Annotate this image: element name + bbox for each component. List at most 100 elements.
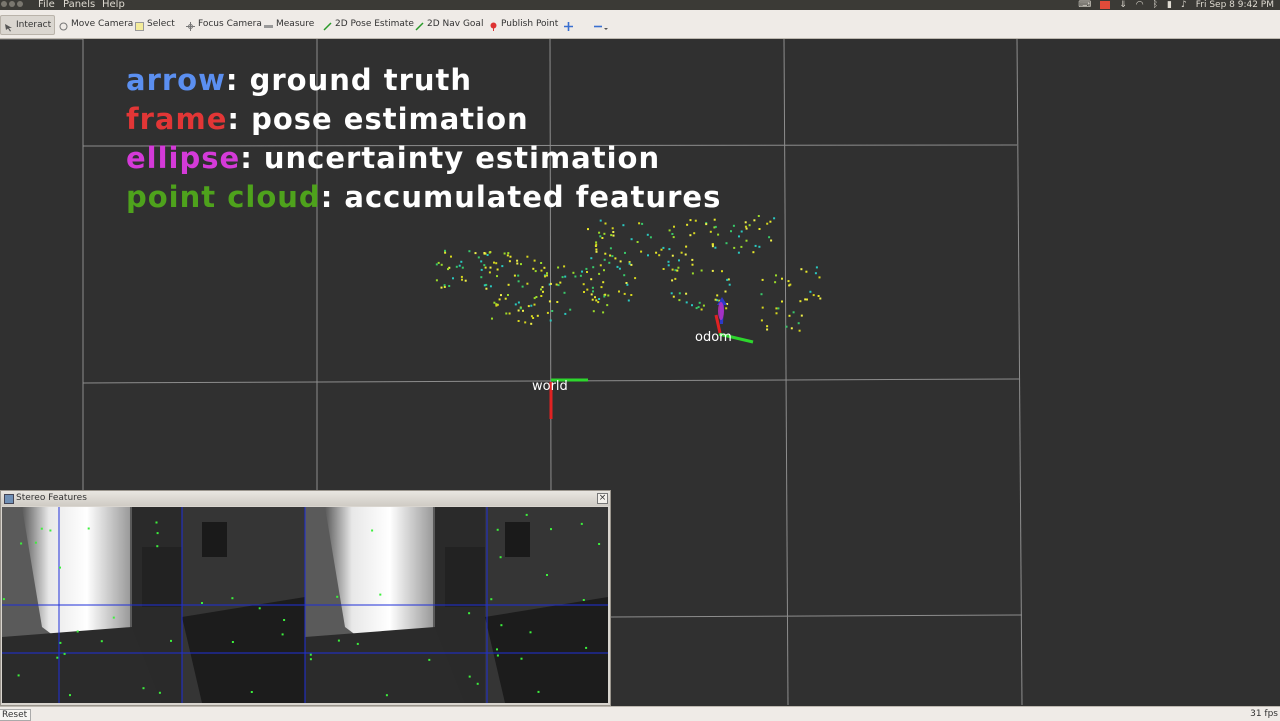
cloud-point [594, 296, 596, 299]
tool-label: Select [147, 19, 175, 29]
cloud-point [678, 292, 681, 295]
cloud-point [452, 277, 454, 280]
cloud-point [733, 246, 736, 249]
measure-icon [264, 20, 273, 29]
tool-focus-camera[interactable]: Focus Camera [183, 15, 265, 33]
clock[interactable]: Fri Sep 8 9:42 PM [1196, 0, 1274, 10]
cloud-point [532, 317, 535, 319]
tool-move-camera[interactable]: Move Camera [56, 15, 136, 33]
cloud-point [483, 252, 486, 254]
cloud-point [673, 225, 675, 228]
feature-point [87, 527, 90, 530]
stereo-features-panel[interactable]: Stereo Features × [0, 490, 611, 706]
cloud-point [678, 299, 681, 302]
feature-point [525, 513, 528, 516]
menu-help[interactable]: Help [102, 0, 125, 10]
cloud-point [493, 301, 496, 304]
cloud-point [592, 310, 595, 313]
cloud-point [611, 227, 614, 230]
keyboard-icon[interactable]: ⌨ [1078, 0, 1091, 10]
panel-titlebar[interactable]: Stereo Features × [1, 491, 610, 506]
feature-point [17, 674, 20, 677]
cloud-point [440, 263, 443, 266]
cloud-point [685, 292, 688, 295]
cloud-point [572, 271, 575, 274]
cloud-point [586, 288, 589, 291]
legend-frame: frame: pose estimation [126, 100, 721, 139]
download-icon[interactable]: ⇓ [1119, 0, 1127, 10]
legend-arrow-desc: : ground truth [225, 63, 473, 97]
cloud-point [768, 236, 771, 239]
cloud-point [483, 264, 486, 267]
cloud-point [516, 259, 519, 262]
reset-button[interactable]: Reset [0, 709, 32, 721]
feature-point [385, 694, 388, 697]
feature-point [49, 529, 52, 532]
wifi-icon[interactable]: ◠ [1136, 0, 1144, 10]
cloud-point [535, 296, 538, 298]
add-tool-button[interactable] [561, 15, 576, 33]
cloud-point [604, 252, 607, 255]
cloud-point [530, 322, 533, 325]
cloud-point [668, 229, 671, 232]
cloud-point [501, 265, 504, 268]
cloud-point [694, 219, 697, 222]
cloud-point [761, 306, 764, 309]
cloud-point [590, 257, 593, 260]
battery-icon[interactable]: ▮ [1167, 0, 1172, 10]
feature-point [309, 653, 312, 656]
tool-publish-point[interactable]: Publish Point [486, 15, 561, 33]
cloud-point [775, 274, 777, 277]
pose-estimate-icon [323, 20, 332, 31]
tool-2d-pose-estimate[interactable]: 2D Pose Estimate [320, 15, 417, 33]
tool-measure[interactable]: Measure [261, 15, 317, 33]
remove-tool-button[interactable] [591, 15, 608, 33]
feature-point [2, 598, 5, 601]
cloud-point [711, 243, 714, 246]
feature-point [59, 641, 62, 644]
cloud-point [595, 243, 598, 246]
legend: arrow: ground truth frame: pose estimati… [126, 61, 721, 217]
cloud-point [468, 250, 471, 253]
cloud-point [695, 307, 698, 310]
feature-point [336, 595, 339, 598]
menu-panels[interactable]: Panels [63, 0, 95, 10]
cloud-point [630, 294, 633, 296]
feature-point [34, 541, 37, 544]
cloud-point [488, 251, 491, 254]
cloud-point [559, 281, 562, 284]
volume-icon[interactable]: ♪ [1181, 0, 1187, 10]
feature-point [258, 607, 261, 610]
tool-label: Move Camera [71, 19, 134, 29]
cloud-point [616, 265, 619, 268]
cloud-point [480, 268, 483, 271]
cloud-point [754, 244, 757, 247]
cloud-point [443, 286, 446, 288]
cloud-point [618, 290, 620, 293]
cloud-point [630, 263, 633, 266]
indicator-icon[interactable] [1100, 1, 1111, 9]
stereo-image-canvas [2, 507, 608, 703]
cloud-point [760, 319, 763, 322]
feature-point [40, 527, 43, 530]
window-controls[interactable] [1, 1, 23, 7]
cloud-point [517, 280, 520, 283]
cloud-point [702, 304, 705, 307]
cloud-point [623, 292, 626, 295]
cloud-point [440, 286, 443, 289]
cloud-point [647, 254, 649, 257]
tool-2d-nav-goal[interactable]: 2D Nav Goal [412, 15, 486, 33]
cloud-point [625, 282, 628, 284]
cloud-point [460, 260, 463, 263]
cloud-point [601, 237, 604, 239]
tool-select[interactable]: Select [132, 15, 178, 33]
feature-point [546, 574, 548, 576]
bluetooth-icon[interactable]: ᛒ [1153, 0, 1158, 10]
cloud-point [691, 304, 693, 307]
tool-interact[interactable]: Interact [0, 15, 56, 35]
feature-point [69, 694, 71, 697]
cloud-point [748, 224, 751, 227]
cloud-point [819, 297, 822, 300]
menu-file[interactable]: File [38, 0, 55, 10]
close-button[interactable]: × [597, 493, 608, 504]
